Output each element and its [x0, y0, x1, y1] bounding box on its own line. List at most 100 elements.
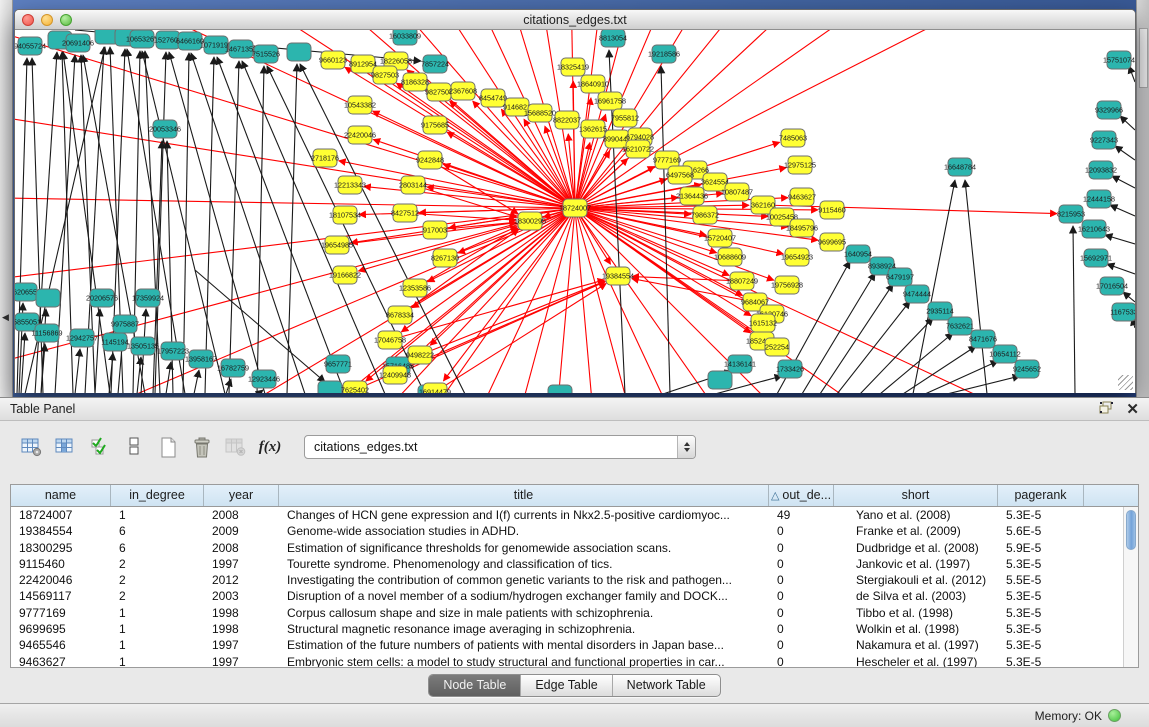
cell-in_degree[interactable]: 2 [111, 588, 204, 604]
network-node[interactable]: 17016504 [1096, 277, 1128, 295]
table-column-select-icon[interactable] [52, 434, 80, 460]
scrollbar-thumb[interactable] [1126, 510, 1136, 550]
network-node[interactable]: 16914479 [419, 383, 451, 393]
network-node[interactable]: 2718176 [311, 149, 339, 167]
table-row[interactable]: 1872400712008Changes of HCN gene express… [11, 507, 1123, 523]
cell-short[interactable]: Nakamura et al. (1997) [834, 637, 998, 653]
cell-pagerank[interactable]: 5.3E-5 [998, 654, 1084, 667]
network-node[interactable]: 9245652 [1013, 360, 1041, 378]
network-node[interactable]: 8267130 [431, 249, 459, 267]
network-node[interactable]: 12353586 [399, 279, 431, 297]
network-node[interactable]: 18724007 [559, 199, 591, 217]
network-node[interactable]: 7857224 [421, 55, 449, 73]
network-node[interactable]: 12213343 [334, 176, 366, 194]
cell-year[interactable]: 2012 [204, 572, 279, 588]
network-node[interactable]: 9329966 [1095, 101, 1123, 119]
cell-year[interactable]: 2008 [204, 540, 279, 556]
tab-network-table[interactable]: Network Table [613, 675, 720, 696]
cell-in_degree[interactable]: 2 [111, 572, 204, 588]
cell-year[interactable]: 2003 [204, 588, 279, 604]
network-node[interactable]: 8822037 [553, 111, 581, 129]
cell-pagerank[interactable]: 5.5E-5 [998, 572, 1084, 588]
network-node[interactable]: 19166822 [329, 266, 361, 284]
network-node[interactable]: 18325419 [557, 58, 589, 76]
column-header-short[interactable]: short [834, 485, 998, 506]
cell-pagerank[interactable]: 5.3E-5 [998, 507, 1084, 523]
network-node[interactable]: 16648784 [944, 158, 976, 176]
cell-in_degree[interactable]: 6 [111, 540, 204, 556]
network-node[interactable]: 7632621 [946, 317, 974, 335]
cell-short[interactable]: Wolkin et al. (1998) [834, 621, 998, 637]
column-header-title[interactable]: title [279, 485, 769, 506]
cell-name[interactable]: 9465546 [11, 637, 111, 653]
table-row[interactable]: 946554611997Estimation of the future num… [11, 637, 1123, 653]
network-node[interactable]: 10807487 [721, 183, 753, 201]
window-resize-handle[interactable] [1118, 375, 1133, 390]
cell-name[interactable]: 9777169 [11, 605, 111, 621]
cell-out_de[interactable]: 0 [769, 523, 834, 539]
cell-short[interactable]: Dudbridge et al. (2008) [834, 540, 998, 556]
network-node[interactable]: 9474444 [903, 285, 931, 303]
network-node[interactable]: 10654112 [989, 345, 1020, 363]
table-row[interactable]: 1830029562008Estimation of significance … [11, 540, 1123, 556]
column-header-pagerank[interactable]: pagerank [998, 485, 1084, 506]
network-node[interactable]: 19654985 [321, 236, 353, 254]
network-node[interactable]: 19218586 [648, 45, 680, 63]
cell-name[interactable]: 19384554 [11, 523, 111, 539]
cell-short[interactable]: Tibbo et al. (1998) [834, 605, 998, 621]
cell-in_degree[interactable]: 2 [111, 556, 204, 572]
network-node[interactable]: 17359924 [132, 289, 164, 307]
table-settings-icon[interactable] [18, 434, 46, 460]
network-node[interactable]: 1145194 [101, 333, 128, 351]
cell-in_degree[interactable]: 1 [111, 605, 204, 621]
network-node[interactable]: 7955812 [611, 109, 639, 127]
cell-title[interactable]: Genome-wide association studies in ADHD. [279, 523, 769, 539]
cell-year[interactable]: 2009 [204, 523, 279, 539]
cell-title[interactable]: Structural magnetic resonance image aver… [279, 621, 769, 637]
cell-name[interactable]: 9115460 [11, 556, 111, 572]
network-node[interactable]: 16210643 [1078, 220, 1110, 238]
cell-out_de[interactable]: 0 [769, 605, 834, 621]
column-header-name[interactable]: name [11, 485, 111, 506]
cell-name[interactable]: 9463627 [11, 654, 111, 667]
network-node[interactable]: 8678334 [386, 306, 414, 324]
cell-title[interactable]: Disruption of a novel member of a sodium… [279, 588, 769, 604]
network-node[interactable]: 20691406 [62, 34, 94, 52]
cell-out_de[interactable]: 49 [769, 507, 834, 523]
delete-table-icon[interactable] [188, 434, 216, 460]
cell-name[interactable]: 18724007 [11, 507, 111, 523]
network-node[interactable]: 9175685 [421, 116, 449, 134]
network-node[interactable]: 19384554 [602, 267, 634, 285]
cell-in_degree[interactable]: 1 [111, 507, 204, 523]
network-node[interactable]: 21364436 [676, 187, 708, 205]
window-titlebar[interactable]: citations_edges.txt [15, 10, 1135, 30]
close-panel-icon[interactable]: ✕ [1126, 400, 1139, 418]
cell-out_de[interactable]: 0 [769, 588, 834, 604]
cell-year[interactable]: 1997 [204, 654, 279, 667]
row-height-icon[interactable] [120, 434, 148, 460]
cell-pagerank[interactable]: 5.3E-5 [998, 605, 1084, 621]
cell-pagerank[interactable]: 5.9E-5 [998, 540, 1084, 556]
cell-pagerank[interactable]: 5.3E-5 [998, 621, 1084, 637]
cell-short[interactable]: de Silva et al. (2003) [834, 588, 998, 604]
network-node[interactable]: 14136141 [724, 355, 756, 373]
network-node[interactable]: 252254 [765, 338, 789, 356]
function-builder-icon[interactable]: f(x) [256, 434, 284, 460]
cell-out_de[interactable]: 0 [769, 637, 834, 653]
float-panel-icon[interactable] [1099, 401, 1114, 417]
network-node[interactable]: 6497568 [666, 166, 694, 184]
network-node[interactable]: 1615132 [749, 314, 777, 332]
network-node[interactable]: 15692971 [1080, 249, 1112, 267]
network-node[interactable]: 6479197 [886, 268, 914, 286]
network-node[interactable]: 18300295 [514, 212, 546, 230]
table-scrollbar[interactable] [1123, 507, 1138, 667]
network-node[interactable]: 7625402 [341, 381, 369, 393]
network-node[interactable]: 12444158 [1083, 190, 1115, 208]
network-node[interactable]: 10543382 [344, 96, 376, 114]
network-node[interactable]: 8471676 [969, 330, 997, 348]
network-node[interactable]: 18495796 [786, 219, 818, 237]
network-node[interactable]: 19654923 [781, 248, 813, 266]
network-node[interactable]: 7515526 [252, 45, 280, 63]
tab-node-table[interactable]: Node Table [429, 675, 521, 696]
cell-title[interactable]: Corpus callosum shape and size in male p… [279, 605, 769, 621]
